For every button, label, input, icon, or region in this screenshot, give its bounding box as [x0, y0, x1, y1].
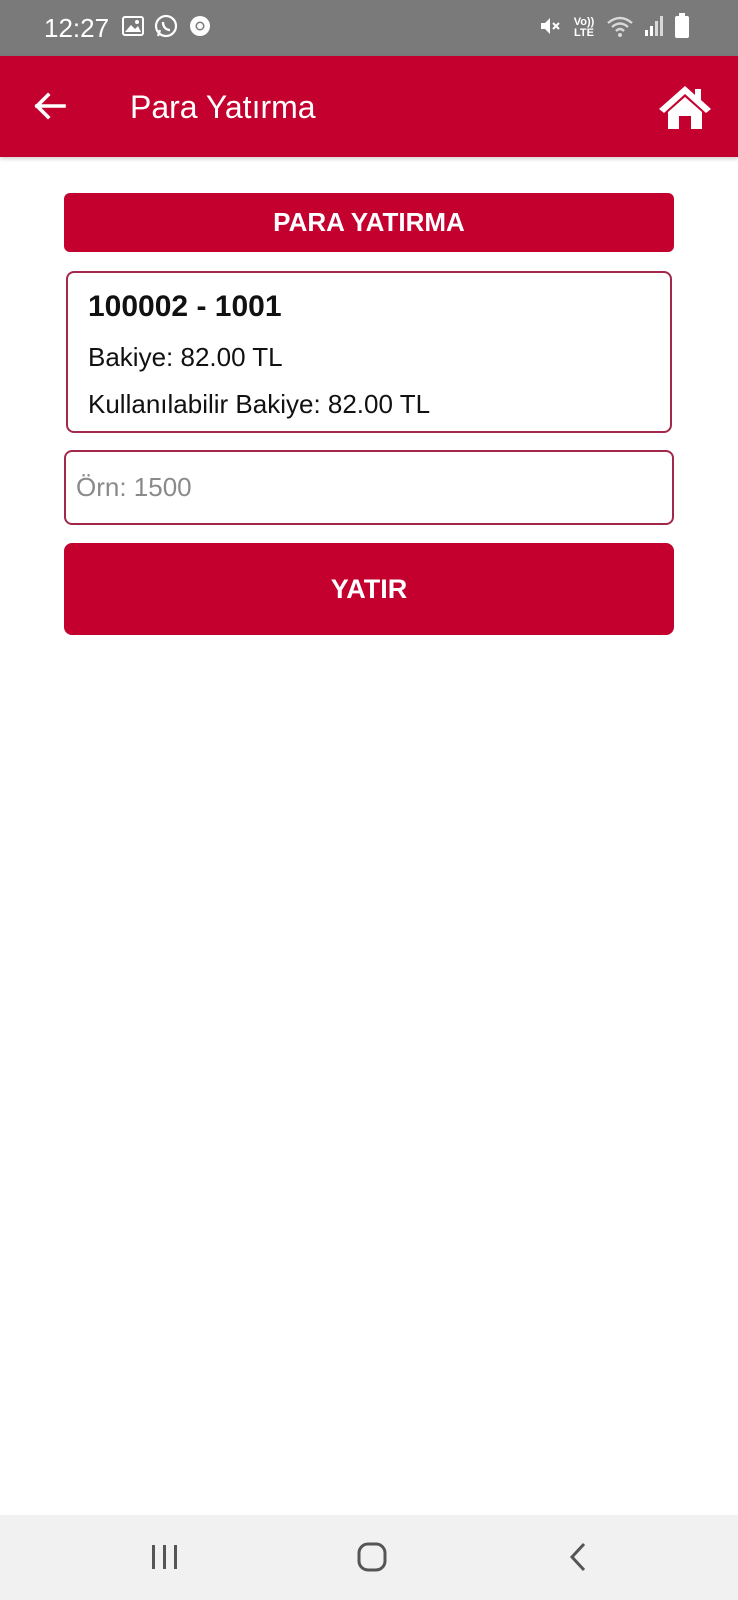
signal-icon — [644, 15, 664, 42]
image-icon — [122, 15, 144, 41]
arrow-left-icon — [34, 92, 66, 120]
wifi-icon — [606, 14, 634, 43]
amount-input[interactable] — [64, 450, 674, 525]
nav-home-button[interactable] — [350, 1537, 394, 1577]
page-title: Para Yatırma — [130, 89, 316, 125]
available-balance-text: Kullanılabilir Bakiye: 82.00 TL — [88, 389, 431, 419]
app-bar: Para Yatırma — [0, 56, 738, 157]
home-icon — [659, 86, 711, 129]
nav-back-button[interactable] — [556, 1537, 600, 1577]
mute-icon — [538, 14, 562, 43]
deposit-submit-button[interactable]: YATIR — [64, 543, 674, 635]
deposit-screen: 12:27 Vo)) LTE Para Yatırma PARA YATIRMA… — [0, 0, 738, 1600]
battery-icon — [674, 12, 690, 44]
volte-icon: Vo)) LTE — [572, 17, 596, 39]
status-bar: 12:27 Vo)) LTE — [0, 0, 738, 56]
home-circle-icon — [357, 1542, 387, 1572]
back-chevron-icon — [569, 1542, 586, 1572]
system-nav-bar — [0, 1515, 738, 1600]
notification-icons — [122, 14, 212, 43]
section-header: PARA YATIRMA — [64, 193, 674, 252]
lte-label: LTE — [574, 27, 594, 39]
account-card[interactable]: 100002 - 1001 Bakiye: 82.00 TL Kullanıla… — [66, 271, 672, 433]
account-number: 100002 - 1001 — [88, 290, 282, 323]
home-button[interactable] — [658, 84, 712, 130]
whatsapp-icon — [154, 14, 178, 43]
system-icons: Vo)) LTE — [538, 12, 690, 44]
status-time: 12:27 — [44, 13, 110, 43]
recents-icon — [152, 1545, 177, 1569]
balance-text: Bakiye: 82.00 TL — [88, 342, 283, 372]
chrome-icon — [188, 14, 212, 43]
recents-button[interactable] — [143, 1537, 187, 1577]
back-button[interactable] — [30, 86, 70, 126]
